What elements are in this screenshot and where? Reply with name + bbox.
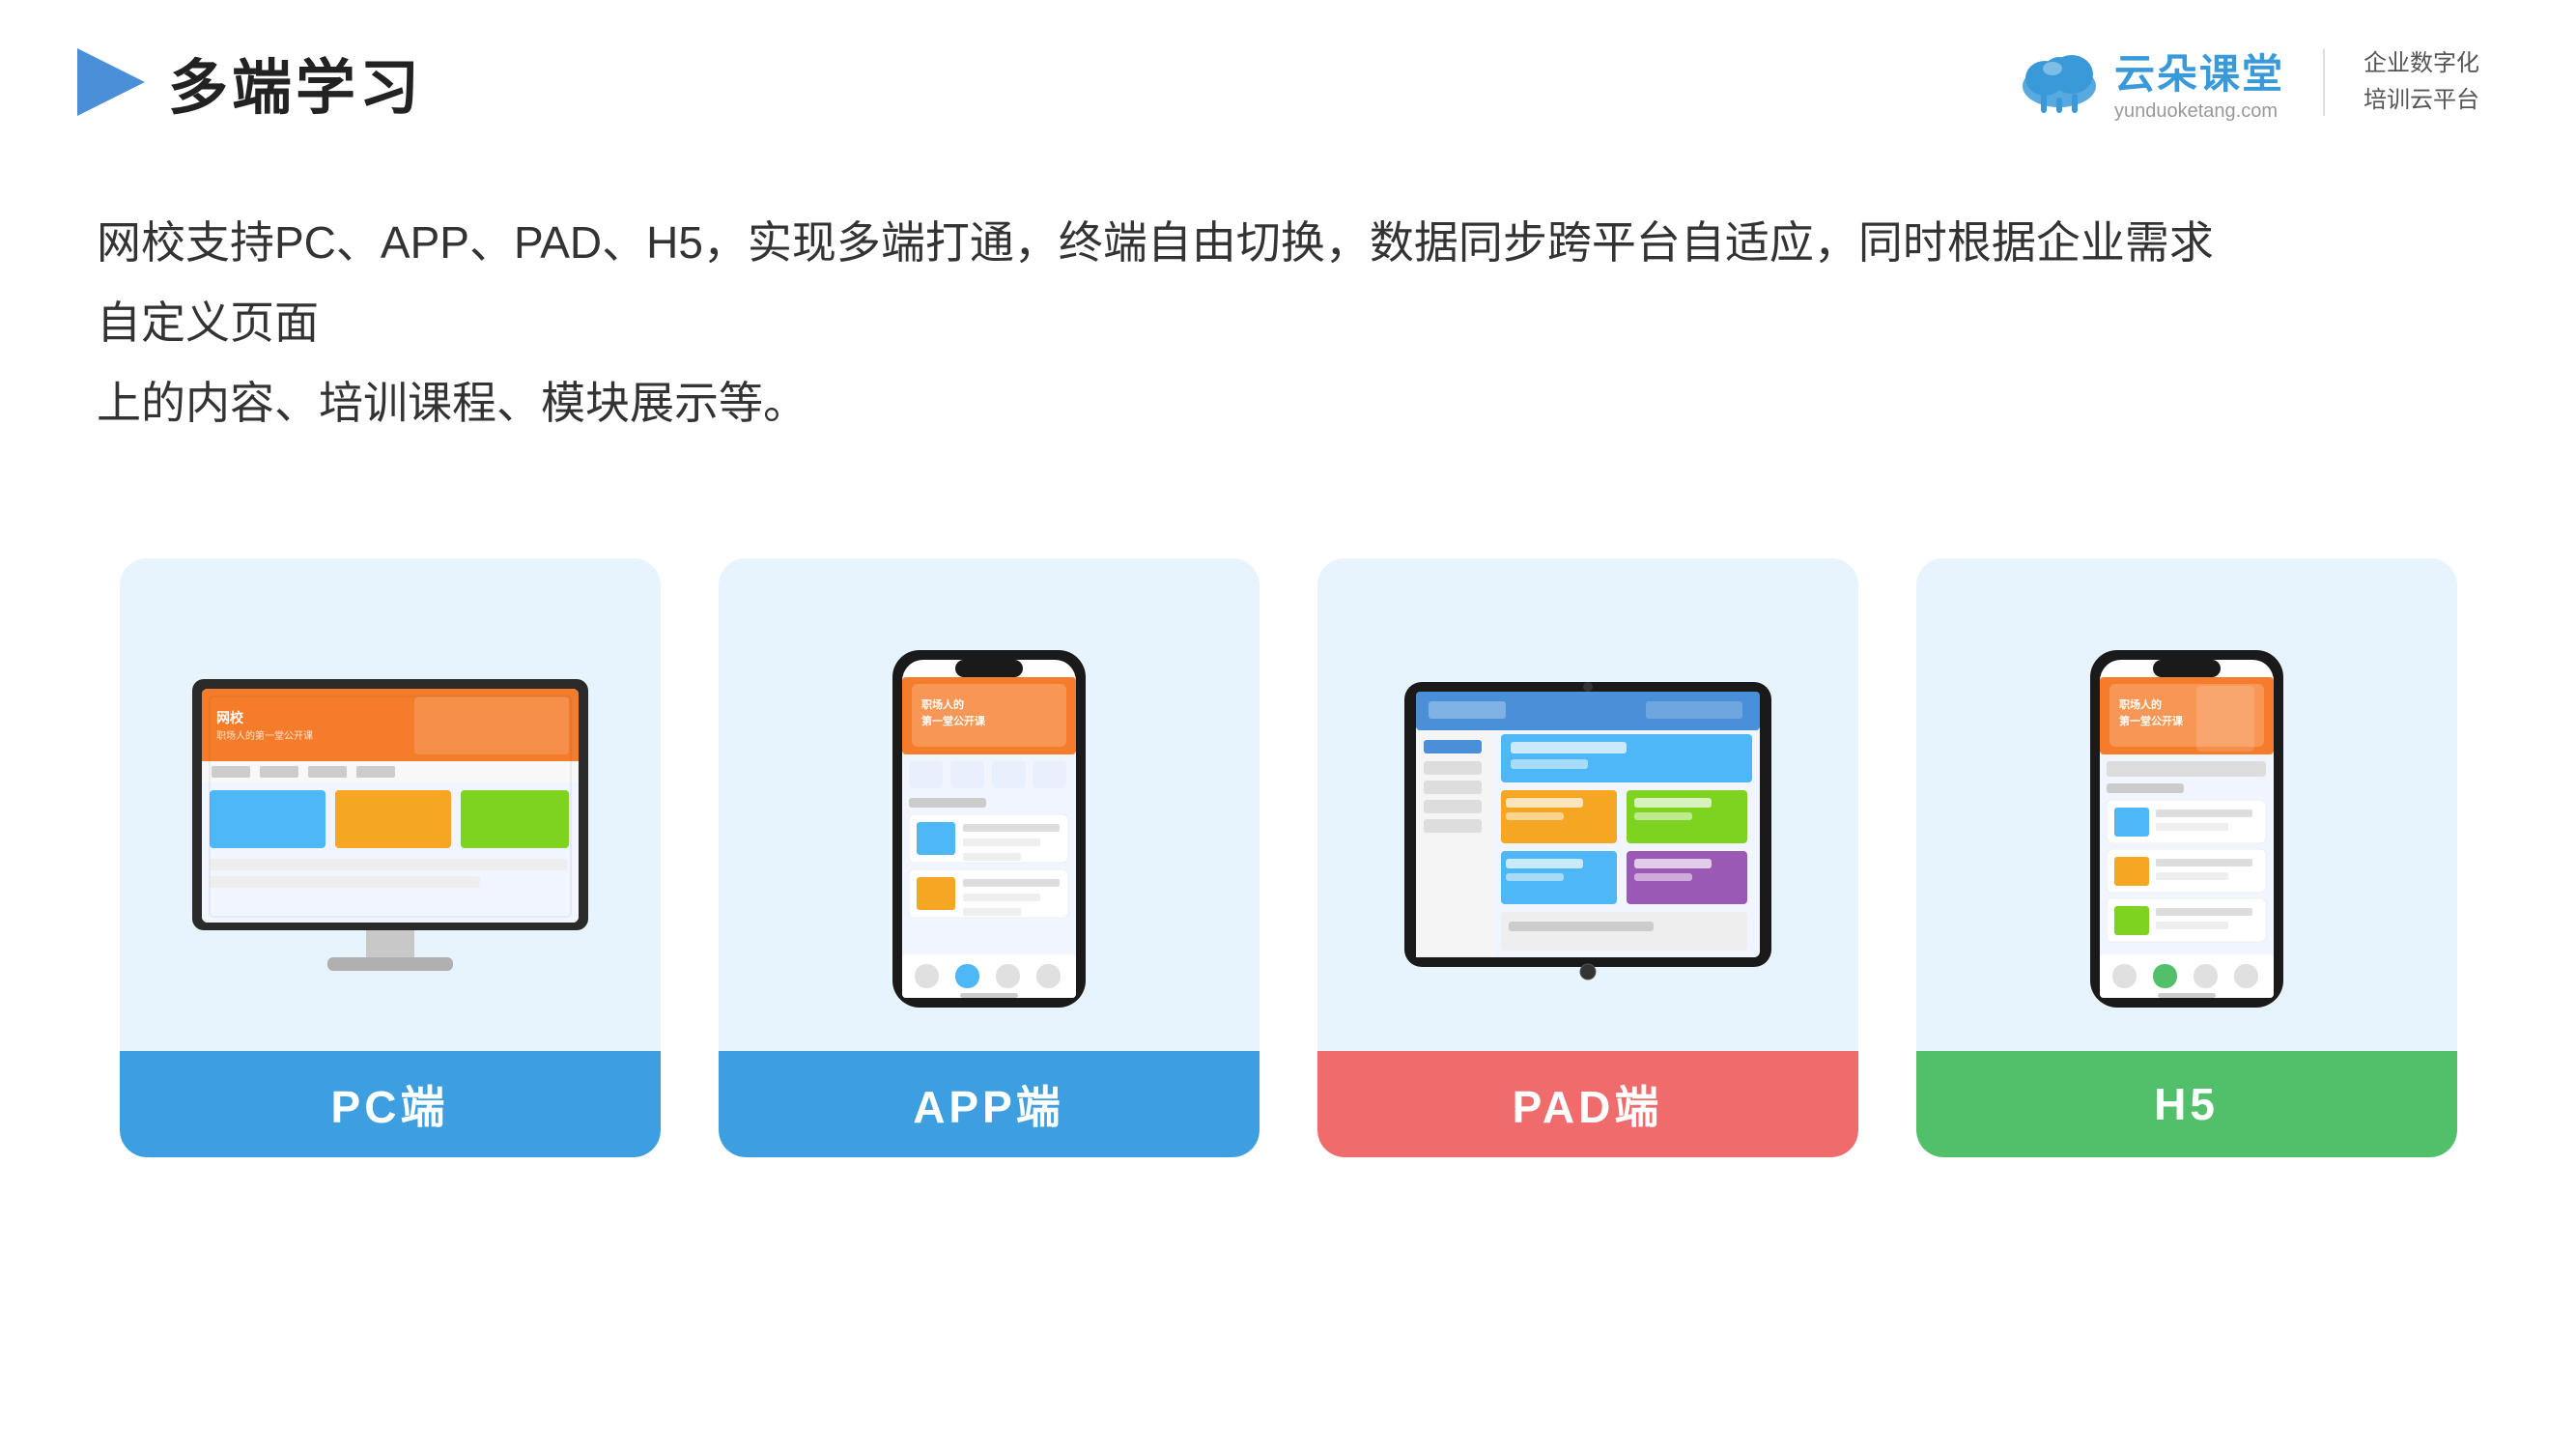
app-card: 职场人的 第一堂公开课 xyxy=(719,558,1260,1157)
logo-left: 多端学习 xyxy=(77,39,423,126)
logo-divider xyxy=(2323,48,2325,116)
pc-monitor-svg: 网校 职场人的第一堂公开课 xyxy=(183,669,598,988)
app-phone-svg: 职场人的 第一堂公开课 xyxy=(888,645,1090,1012)
slogan-line1: 企业数字化 xyxy=(2364,45,2479,82)
page-title: 多端学习 xyxy=(168,39,423,126)
logo-url-text: yunduoketang.com xyxy=(2114,100,2284,123)
pc-label: PC端 xyxy=(120,1051,661,1157)
logo-name-text: 云朵课堂 xyxy=(2114,42,2284,100)
pc-device-image: 网校 职场人的第一堂公开课 xyxy=(149,607,632,1051)
pad-device-image xyxy=(1346,607,1829,1051)
slogan-line2: 培训云平台 xyxy=(2364,82,2479,119)
yundu-logo: 云朵课堂 yunduoketang.com xyxy=(2016,42,2284,123)
app-device-image: 职场人的 第一堂公开课 xyxy=(748,607,1231,1051)
logo-right: 云朵课堂 yunduoketang.com 企业数字化 培训云平台 xyxy=(2016,42,2479,123)
pc-card: 网校 职场人的第一堂公开课 PC端 xyxy=(120,558,661,1157)
svg-text:网校: 网校 xyxy=(216,710,244,725)
svg-text:第一堂公开课: 第一堂公开课 xyxy=(921,714,986,727)
h5-phone-svg: 职场人的 第一堂公开课 xyxy=(2085,645,2288,1012)
description-line1: 网校支持PC、APP、PAD、H5，实现多端打通，终端自由切换，数据同步跨平台自… xyxy=(97,203,2222,363)
h5-label: H5 xyxy=(1916,1051,2457,1157)
h5-card: 职场人的 第一堂公开课 xyxy=(1916,558,2457,1157)
header: 多端学习 云朵课堂 yunduoketang.com 企业数字化 xyxy=(0,0,2576,126)
svg-text:第一堂公开课: 第一堂公开课 xyxy=(2119,714,2184,727)
pad-tablet-svg xyxy=(1395,674,1781,983)
pad-card: PAD端 xyxy=(1317,558,1858,1157)
play-icon xyxy=(77,48,145,116)
description-line2: 上的内容、培训课程、模块展示等。 xyxy=(97,363,2222,443)
cloud-logo-icon xyxy=(2016,47,2103,117)
pad-label: PAD端 xyxy=(1317,1051,1858,1157)
description-block: 网校支持PC、APP、PAD、H5，实现多端打通，终端自由切换，数据同步跨平台自… xyxy=(0,126,2318,442)
cards-container: 网校 职场人的第一堂公开课 PC端 xyxy=(0,462,2576,1157)
svg-text:职场人的: 职场人的 xyxy=(921,697,964,711)
svg-text:职场人的第一堂公开课: 职场人的第一堂公开课 xyxy=(216,729,313,742)
app-label: APP端 xyxy=(719,1051,1260,1157)
logo-slogan: 企业数字化 培训云平台 xyxy=(2364,45,2479,120)
svg-text:职场人的: 职场人的 xyxy=(2119,697,2162,711)
h5-device-image: 职场人的 第一堂公开课 xyxy=(1945,607,2428,1051)
